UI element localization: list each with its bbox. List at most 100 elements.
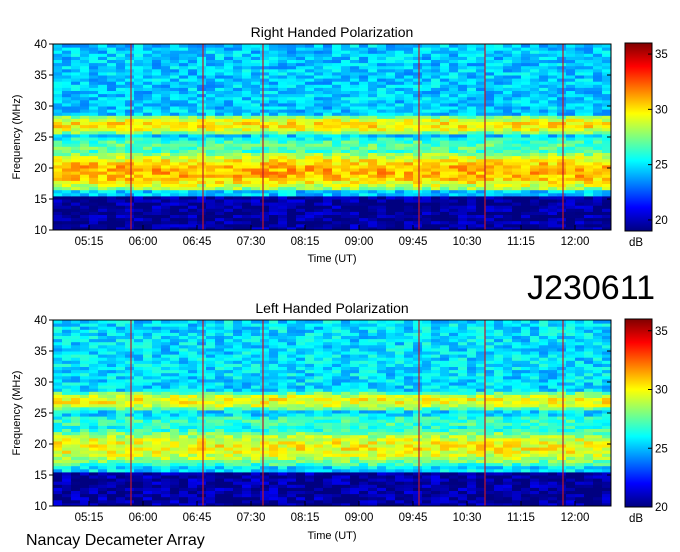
heatmap-cell [278, 171, 288, 175]
heatmap-cell [521, 465, 531, 470]
heatmap-cell [269, 484, 279, 488]
heatmap-cell [467, 450, 477, 454]
heatmap-cell [134, 202, 144, 206]
heatmap-cell [323, 158, 333, 163]
heatmap-cell [269, 174, 279, 178]
heatmap-cell [332, 183, 342, 188]
heatmap-cell [188, 158, 198, 163]
heatmap-cell [197, 192, 207, 197]
heatmap-cell [422, 158, 432, 163]
heatmap-cell [287, 158, 297, 163]
heatmap-cell [143, 174, 153, 178]
heatmap-cell [458, 180, 468, 184]
heatmap-cell [143, 155, 153, 160]
heatmap-cell [161, 205, 171, 209]
heatmap-cell [431, 220, 441, 225]
heatmap-cell [116, 493, 126, 498]
heatmap-cell [359, 133, 369, 138]
heatmap-cell [503, 177, 513, 181]
heatmap-cell [512, 220, 522, 225]
heatmap-cell [593, 195, 603, 200]
heatmap-cell [71, 217, 81, 222]
heatmap-cell [179, 208, 189, 212]
heatmap-cell [548, 56, 558, 60]
heatmap-cell [449, 68, 459, 73]
heatmap-cell [179, 102, 189, 107]
heatmap-cell [458, 146, 468, 150]
heatmap-cell [260, 496, 270, 501]
heatmap-cell [431, 199, 441, 203]
heatmap-cell [476, 140, 486, 144]
heatmap-cell [116, 118, 126, 122]
heatmap-cell [269, 478, 279, 482]
heatmap-cell [350, 118, 360, 122]
heatmap-cell [170, 47, 180, 51]
heatmap-cell [566, 471, 576, 476]
heatmap-cell [143, 220, 153, 225]
heatmap-cell [305, 84, 315, 88]
heatmap-cell [359, 481, 369, 485]
heatmap-cell [71, 189, 81, 194]
heatmap-cell [143, 99, 153, 104]
heatmap-cell [512, 183, 522, 188]
heatmap-cell [431, 208, 441, 212]
heatmap-cell [359, 130, 369, 135]
heatmap-cell [593, 140, 603, 144]
heatmap-cell [278, 140, 288, 144]
heatmap-cell [539, 493, 549, 498]
heatmap-cell [440, 462, 450, 467]
heatmap-cell [332, 130, 342, 135]
heatmap-cell [440, 127, 450, 132]
heatmap-cell [368, 149, 378, 153]
heatmap-cell [134, 81, 144, 85]
heatmap-cell [287, 183, 297, 188]
heatmap-cell [458, 208, 468, 212]
heatmap-cell [53, 158, 63, 163]
heatmap-cell [107, 124, 117, 129]
heatmap-cell [251, 223, 261, 228]
heatmap-cell [53, 217, 63, 222]
heatmap-cell [143, 496, 153, 501]
heatmap-cell [251, 62, 261, 67]
heatmap-cell [80, 161, 90, 166]
heatmap-cell [593, 484, 603, 488]
heatmap-cell [98, 493, 108, 498]
heatmap-cell [386, 47, 396, 51]
heatmap-cell [98, 121, 108, 126]
heatmap-cell [305, 158, 315, 163]
heatmap-cell [440, 96, 450, 101]
heatmap-cell [206, 471, 216, 476]
heatmap-cell [395, 50, 405, 54]
heatmap-cell [359, 50, 369, 54]
heatmap-cell [494, 177, 504, 181]
heatmap-cell [143, 481, 153, 485]
heatmap-cell [476, 137, 486, 141]
heatmap-cell [260, 481, 270, 485]
heatmap-cell [422, 59, 432, 64]
heatmap-cell [566, 121, 576, 126]
heatmap-cell [62, 115, 72, 119]
heatmap-cell [386, 112, 396, 116]
heatmap-cell [125, 220, 135, 225]
heatmap-cell [260, 205, 270, 209]
heatmap-cell [476, 195, 486, 200]
heatmap-cell [215, 130, 225, 135]
heatmap-cell [350, 171, 360, 175]
heatmap-cell [548, 462, 558, 467]
heatmap-cell [242, 143, 252, 147]
heatmap-cell [125, 133, 135, 138]
heatmap-cell [251, 102, 261, 107]
heatmap-cell [431, 56, 441, 60]
heatmap-cell [467, 155, 477, 160]
heatmap-cell [350, 499, 360, 504]
heatmap-cell [386, 481, 396, 485]
heatmap-cell [305, 50, 315, 54]
heatmap-cell [530, 96, 540, 101]
heatmap-cell [377, 50, 387, 54]
heatmap-cell [98, 217, 108, 222]
heatmap-cell [224, 158, 234, 163]
heatmap-cell [386, 205, 396, 209]
heatmap-cell [566, 481, 576, 485]
heatmap-cell [53, 471, 63, 476]
heatmap-cell [152, 192, 162, 197]
